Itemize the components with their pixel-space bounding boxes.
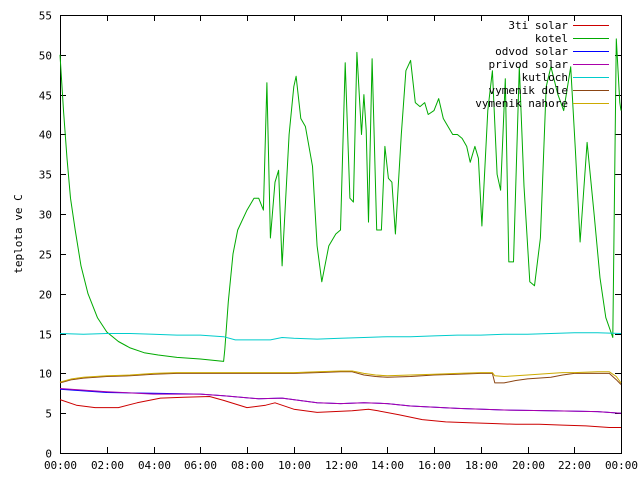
legend-label: kotel: [535, 32, 568, 45]
x-tick-label: 12:00: [325, 459, 358, 472]
x-tick-label: 02:00: [91, 459, 124, 472]
chart: 051015202530354045505500:00 02:00 04:00 06:…: [12, 10, 638, 473]
series-line-privod-solar: [59, 388, 622, 414]
legend-label: privod solar: [489, 58, 569, 71]
legend-label: odvod solar: [495, 45, 568, 58]
x-tick-label: 04:00: [138, 459, 171, 472]
x-tick-label: 14:00: [371, 459, 404, 472]
x-tick-label: 16:00: [418, 459, 451, 472]
y-tick-label: 10: [39, 368, 52, 381]
y-tick-label: 15: [39, 329, 52, 342]
x-tick-label: 06:00: [184, 459, 217, 472]
y-tick-label: 35: [39, 169, 52, 182]
y-axis-label: teplota ve C: [12, 194, 25, 273]
series-line-3ti-solar: [59, 396, 621, 428]
legend-label: 3ti solar: [508, 19, 568, 32]
y-tick-label: 50: [39, 50, 52, 63]
x-tick-label: 08:00: [231, 459, 264, 472]
y-tick-label: 20: [39, 289, 52, 302]
y-tick-label: 30: [39, 209, 52, 222]
y-tick-label: 5: [45, 408, 52, 421]
series-line-kutloch: [59, 332, 622, 341]
legend-label: vymenik nahore: [475, 97, 568, 110]
legend: 3ti solarkotelodvod solarprivod solarkut…: [475, 19, 609, 110]
x-tick-label: 10:00: [278, 459, 311, 472]
legend-label: kutloch: [522, 71, 568, 84]
series-line-vymenik-nahore: [59, 370, 622, 384]
y-tick-label: 45: [39, 90, 52, 103]
x-tick-label: 00:00: [605, 459, 638, 472]
x-tick-label: 22:00: [558, 459, 591, 472]
x-tick-label: 00:00: [44, 459, 77, 472]
x-tick-label: 20:00: [512, 459, 545, 472]
x-tick-label: 18:00: [465, 459, 498, 472]
y-tick-label: 40: [39, 129, 52, 142]
y-tick-label: 25: [39, 249, 52, 262]
legend-label: vymenik dole: [489, 84, 568, 97]
y-tick-label: 55: [39, 10, 52, 23]
